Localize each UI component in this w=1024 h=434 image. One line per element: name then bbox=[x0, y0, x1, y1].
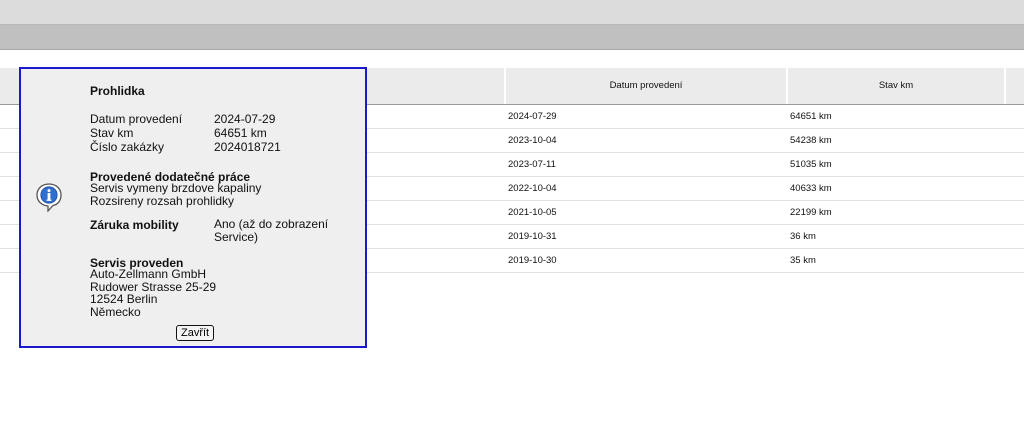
extra-work-item: Servis vymeny brzdove kapaliny bbox=[90, 181, 262, 195]
row-km: 54238 km bbox=[790, 135, 832, 146]
sub-toolbar bbox=[0, 25, 1024, 50]
row-date: 2021-10-05 bbox=[508, 207, 557, 218]
row-km: 64651 km bbox=[790, 111, 832, 122]
row-km: 40633 km bbox=[790, 183, 832, 194]
mobility-value: Ano (až do zobrazení Service) bbox=[214, 217, 329, 244]
row-km: 22199 km bbox=[790, 207, 832, 218]
field-order: Číslo zakázky 2024018721 bbox=[90, 140, 281, 154]
row-date: 2022-10-04 bbox=[508, 183, 557, 194]
row-date: 2019-10-31 bbox=[508, 231, 557, 242]
column-header-extra[interactable] bbox=[1006, 68, 1024, 104]
row-km: 51035 km bbox=[790, 159, 832, 170]
row-date: 2023-07-11 bbox=[508, 159, 556, 170]
field-order-value: 2024018721 bbox=[214, 140, 281, 154]
service-address-line: Auto-Zellmann GmbH bbox=[90, 267, 207, 281]
field-order-label: Číslo zakázky bbox=[90, 140, 165, 154]
field-km: Stav km 64651 km bbox=[90, 126, 267, 140]
extra-work-list: Servis vymeny brzdove kapaliny Rozsireny… bbox=[90, 182, 261, 207]
info-icon bbox=[36, 183, 62, 212]
service-address-line: Německo bbox=[90, 304, 141, 319]
column-header-km[interactable]: Stav km bbox=[788, 68, 1006, 104]
row-date: 2024-07-29 bbox=[508, 111, 557, 122]
column-header-date[interactable]: Datum provedení bbox=[506, 68, 788, 104]
mobility-label: Záruka mobility bbox=[90, 218, 179, 232]
row-km: 36 km bbox=[790, 231, 816, 242]
extra-work-item: Rozsireny rozsah prohlidky bbox=[90, 193, 235, 208]
service-address-line: 12524 Berlin bbox=[90, 292, 158, 306]
field-km-value: 64651 km bbox=[214, 126, 267, 140]
field-date-label: Datum provedení bbox=[90, 112, 183, 126]
field-date-value: 2024-07-29 bbox=[214, 112, 276, 126]
close-button[interactable]: Zavřít bbox=[176, 325, 215, 341]
row-date: 2019-10-30 bbox=[508, 255, 557, 266]
field-km-label: Stav km bbox=[90, 126, 134, 140]
field-date: Datum provedení 2024-07-29 bbox=[90, 112, 275, 126]
row-km: 35 km bbox=[790, 255, 816, 266]
top-toolbar bbox=[0, 0, 1024, 25]
service-detail-popup: Prohlidka Datum provedení 2024-07-29 Stav… bbox=[19, 67, 367, 348]
popup-title: Prohlidka bbox=[90, 84, 145, 98]
row-date: 2023-10-04 bbox=[508, 135, 557, 146]
service-address: Auto-Zellmann GmbH Rudower Strasse 25-29… bbox=[90, 268, 216, 318]
